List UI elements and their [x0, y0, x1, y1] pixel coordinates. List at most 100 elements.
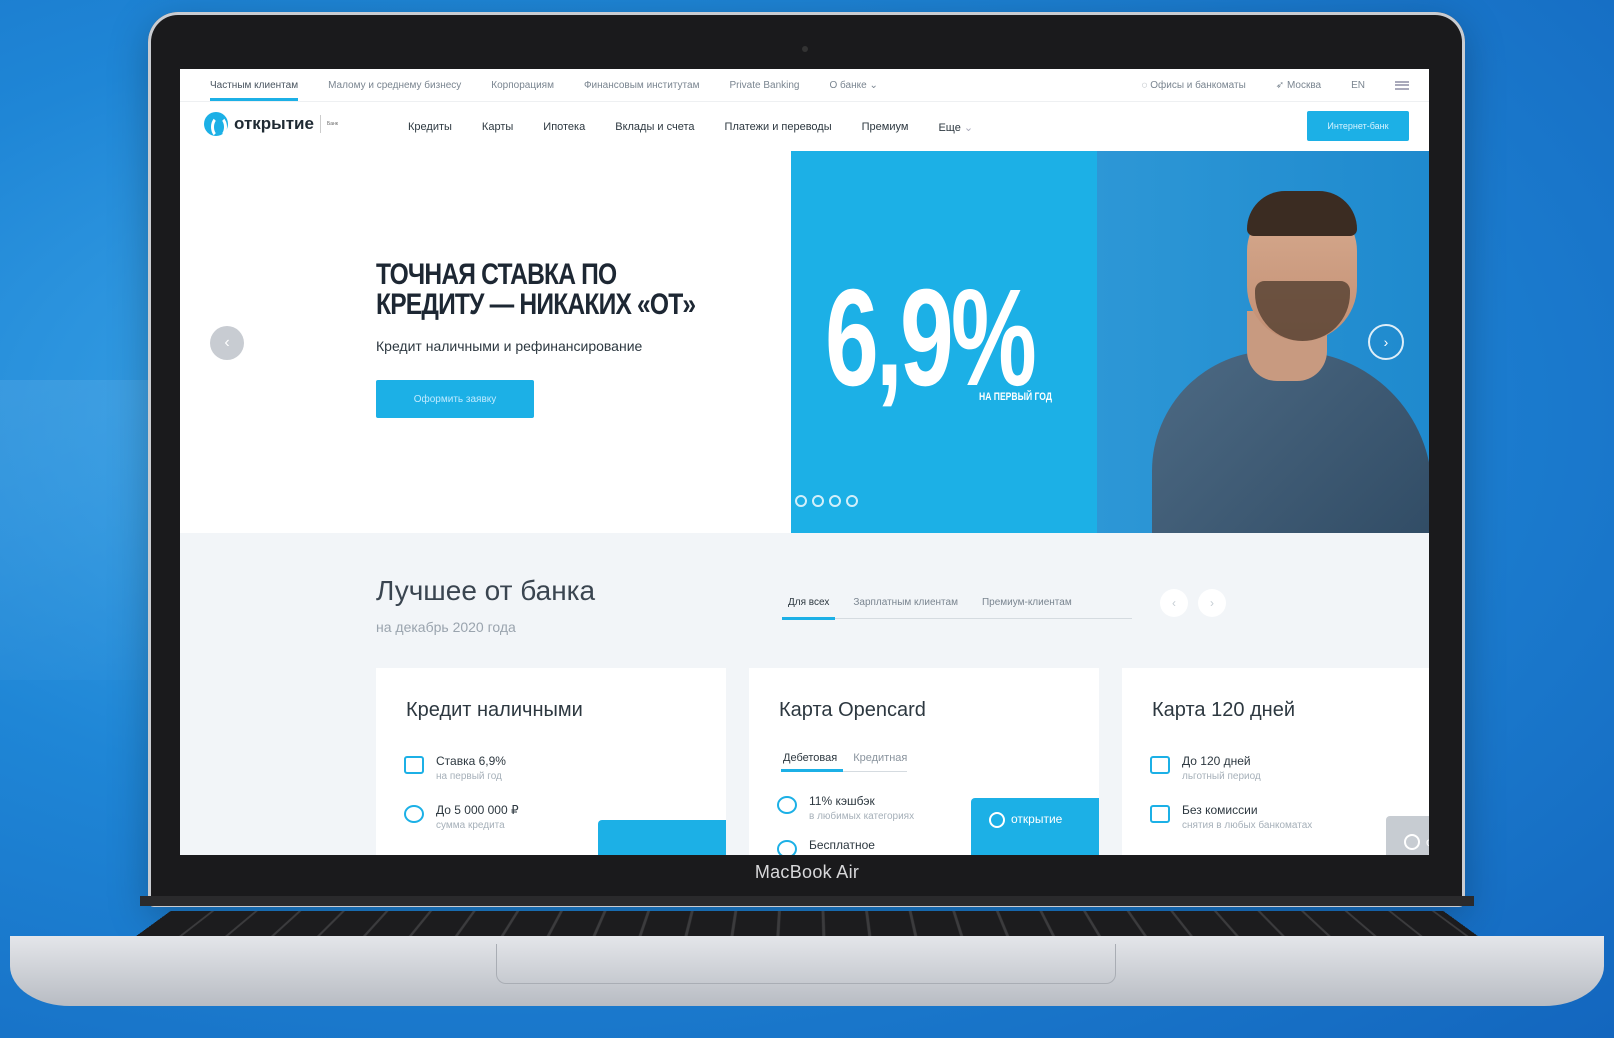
carousel-dot[interactable] [846, 495, 858, 507]
rate-promo: 6,9% НА ПЕРВЫЙ ГОД [791, 151, 1097, 533]
segment-private[interactable]: Частным клиентам [210, 69, 298, 101]
about-label: О банке [830, 80, 867, 91]
carousel-next-button[interactable]: › [1368, 324, 1404, 360]
tab-for-all[interactable]: Для всех [788, 585, 829, 619]
offer-card-opencard[interactable]: Карта Opencard Дебетовая Кредитная 11% к… [749, 668, 1099, 855]
location-pin-icon: ◌ [1142, 80, 1148, 91]
person-hair [1247, 191, 1357, 236]
percent-icon [404, 756, 424, 774]
card-feature: До 120 дней льготный период [1150, 754, 1261, 782]
carousel-dot[interactable] [829, 495, 841, 507]
audience-tabs: Для всех Зарплатным клиентам Премиум-кли… [782, 585, 1132, 619]
carousel-dot[interactable] [795, 495, 807, 507]
city-label: Москва [1287, 80, 1321, 91]
city-selector[interactable]: ➶ Москва [1276, 80, 1321, 91]
offers-next-button[interactable]: › [1198, 589, 1226, 617]
logo-text: открытие [234, 114, 314, 134]
feature-title: 11% кэшбэк [809, 794, 914, 808]
topnav-right: ◌ Офисы и банкоматы ➶ Москва EN [1142, 69, 1410, 101]
apply-button[interactable]: Оформить заявку [376, 380, 534, 418]
tab-premium-clients[interactable]: Премиум-клиентам [982, 585, 1072, 619]
device-label: MacBook Air [0, 862, 1614, 883]
feature-caption: снятия в любых банкоматах [1182, 820, 1312, 831]
card-illustration [598, 820, 726, 855]
menu-item-premium[interactable]: Премиум [862, 121, 909, 133]
logo-subtext: Банк [320, 115, 338, 133]
card-feature: Бесплатное [777, 838, 875, 855]
carousel-prev-button[interactable]: ‹ [210, 326, 244, 360]
logo-mark-icon [989, 812, 1005, 828]
chevron-right-icon: › [1210, 596, 1214, 610]
menu-item-more[interactable]: Еще ⌄ [938, 121, 973, 134]
offer-card-cash-loan[interactable]: Кредит наличными Ставка 6,9% на первый го… [376, 668, 726, 855]
tab-debit[interactable]: Дебетовая [783, 752, 837, 764]
rate-note: НА ПЕРВЫЙ ГОД [979, 391, 1052, 403]
offers-pager: ‹ › [1160, 589, 1226, 617]
card-feature: 11% кэшбэк в любимых категориях [777, 794, 914, 822]
hero-title: ТОЧНАЯ СТАВКА ПО КРЕДИТУ — НИКАКИХ «ОТ» [376, 260, 704, 320]
logo-mark-icon [204, 112, 228, 136]
offers-prev-button[interactable]: ‹ [1160, 589, 1188, 617]
offices-label: Офисы и банкоматы [1150, 80, 1246, 91]
segment-financial[interactable]: Финансовым институтам [584, 69, 700, 101]
tab-salary-clients[interactable]: Зарплатным клиентам [853, 585, 958, 619]
bank-logo[interactable]: открытие Банк [204, 112, 338, 136]
section-subtitle: на декабрь 2020 года [376, 619, 516, 635]
segment-private-banking[interactable]: Private Banking [729, 69, 799, 101]
browser-viewport: Частным клиентам Малому и среднему бизне… [180, 69, 1429, 855]
feature-caption: в любимых категориях [809, 811, 914, 822]
feature-title: Ставка 6,9% [436, 754, 506, 768]
calendar-icon [1150, 756, 1170, 774]
carousel-dots [795, 495, 858, 507]
feature-caption: сумма кредита [436, 820, 519, 831]
menu-item-credits[interactable]: Кредиты [408, 121, 452, 133]
tab-credit[interactable]: Кредитная [853, 752, 907, 764]
feature-title: Без комиссии [1182, 803, 1312, 817]
more-label: Еще [938, 122, 960, 134]
menu-item-cards[interactable]: Карты [482, 121, 513, 133]
menu-item-payments[interactable]: Платежи и переводы [725, 121, 832, 133]
cash-icon [1150, 805, 1170, 823]
trackpad [496, 944, 1116, 984]
chevron-right-icon: › [1384, 334, 1389, 350]
feature-title: До 120 дней [1182, 754, 1261, 768]
card-title: Карта 120 дней [1152, 699, 1295, 722]
chevron-down-icon: ⌄ [869, 80, 877, 91]
language-switch[interactable]: EN [1351, 80, 1365, 91]
chevron-left-icon: ‹ [224, 334, 229, 352]
hamburger-menu-icon[interactable] [1395, 81, 1409, 90]
card-title: Карта Opencard [779, 699, 926, 722]
offer-card-120-days[interactable]: Карта 120 дней До 120 дней льготный перио… [1122, 668, 1429, 855]
laptop-lid: Частным клиентам Малому и среднему бизне… [148, 12, 1465, 907]
feature-title: Бесплатное [809, 838, 875, 852]
card-feature: Без комиссии снятия в любых банкоматах [1150, 803, 1312, 831]
main-nav: открытие Банк Кредиты Карты Ипотека Вкла… [180, 101, 1429, 151]
card-title: Кредит наличными [406, 699, 583, 722]
feature-title: До 5 000 000 ₽ [436, 803, 519, 817]
hero-banner: ‹ ТОЧНАЯ СТАВКА ПО КРЕДИТУ — НИКАКИХ «ОТ… [180, 151, 1429, 533]
card-image-120-days: от [1386, 816, 1429, 855]
gauge-icon [404, 805, 424, 823]
segment-corporate[interactable]: Корпорациям [491, 69, 554, 101]
chevron-left-icon: ‹ [1172, 596, 1176, 610]
internet-bank-button[interactable]: Интернет-банк [1307, 111, 1409, 141]
cashback-icon [777, 796, 797, 814]
laptop-base [0, 896, 1614, 1038]
offices-link[interactable]: ◌ Офисы и банкоматы [1142, 80, 1246, 91]
navigation-arrow-icon: ➶ [1276, 80, 1284, 91]
card-image-opencard: открытие [971, 798, 1099, 855]
menu-item-mortgage[interactable]: Ипотека [543, 121, 585, 133]
card-feature: Ставка 6,9% на первый год [404, 754, 506, 782]
card-brand: от [1426, 835, 1429, 849]
best-offers-section: Лучшее от банка на декабрь 2020 года Для… [180, 533, 1429, 855]
hero-subtitle: Кредит наличными и рефинансирование [376, 338, 642, 354]
card-brand: открытие [1011, 812, 1062, 826]
carousel-dot[interactable] [812, 495, 824, 507]
card-type-tabs: Дебетовая Кредитная [783, 752, 907, 772]
menu-item-deposits[interactable]: Вклады и счета [615, 121, 694, 133]
section-title: Лучшее от банка [376, 575, 595, 607]
feature-caption: льготный период [1182, 771, 1261, 782]
feature-caption: на первый год [436, 771, 506, 782]
segment-about[interactable]: О банке ⌄ [830, 69, 878, 101]
segment-sme[interactable]: Малому и среднему бизнесу [328, 69, 461, 101]
